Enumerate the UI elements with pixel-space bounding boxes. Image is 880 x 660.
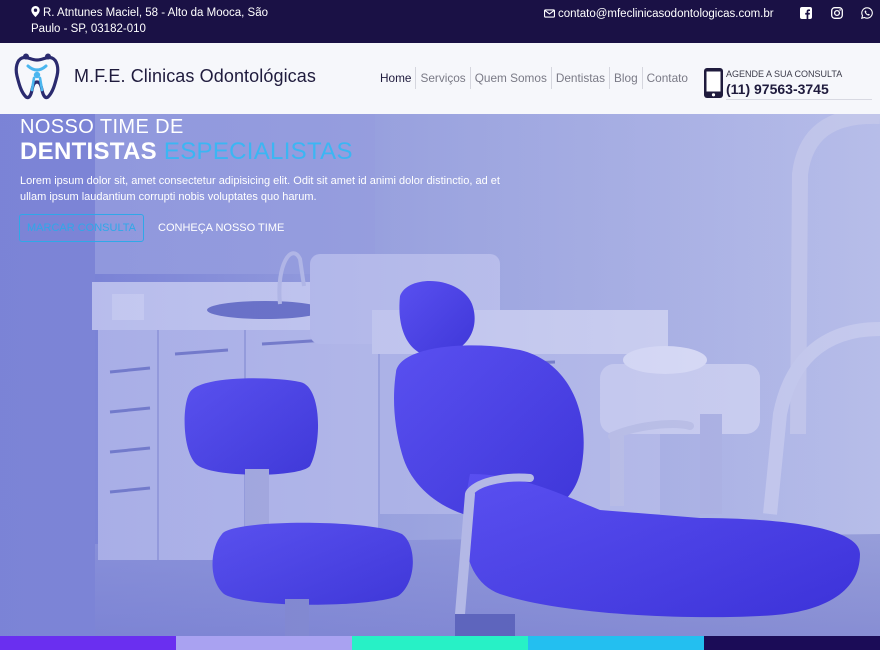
hero-title-word2: ESPECIALISTAS xyxy=(163,138,353,165)
hero-description: Lorem ipsum dolor sit, amet consectetur … xyxy=(20,175,500,203)
email-contact[interactable]: contato@mfeclinicasodontologicas.com.br xyxy=(544,6,774,22)
hero-title-line1: NOSSO TIME DE xyxy=(20,116,184,138)
schedule-phone[interactable]: (11) 97563-3745 xyxy=(726,81,829,97)
page-bottom xyxy=(0,650,880,660)
nav-quem-somos[interactable]: Quem Somos xyxy=(471,67,551,89)
email-text: contato@mfeclinicasodontologicas.com.br xyxy=(558,8,774,20)
main-header: M.F.E. Clinicas Odontológicas Home Servi… xyxy=(0,43,880,114)
nav-blog[interactable]: Blog xyxy=(610,67,642,89)
instagram-icon[interactable] xyxy=(831,7,843,19)
schedule-label: AGENDE A SUA CONSULTA xyxy=(726,69,843,79)
smartphone-icon xyxy=(704,68,723,98)
address-info: R. Atntunes Maciel, 58 - Alto da Mooca, … xyxy=(31,5,281,37)
book-appointment-button[interactable]: MARCAR CONSULTA xyxy=(19,214,144,242)
map-pin-icon xyxy=(31,6,40,17)
whatsapp-icon[interactable] xyxy=(861,7,873,19)
stripe-segment xyxy=(352,636,528,650)
envelope-icon xyxy=(544,9,555,18)
stripe-segment xyxy=(0,636,176,650)
nav-home[interactable]: Home xyxy=(376,67,415,89)
stripe-segment xyxy=(176,636,352,650)
nav-contato[interactable]: Contato xyxy=(643,67,692,89)
tooth-logo-icon[interactable] xyxy=(14,52,60,100)
color-stripe xyxy=(0,636,880,650)
stripe-segment xyxy=(528,636,704,650)
meet-team-button[interactable]: CONHEÇA NOSSO TIME xyxy=(158,214,284,242)
stripe-segment xyxy=(704,636,880,650)
hero-title-line2: DENTISTAS ESPECIALISTAS xyxy=(20,138,353,166)
nav-servicos[interactable]: Serviços xyxy=(416,67,469,89)
address-text: R. Atntunes Maciel, 58 - Alto da Mooca, … xyxy=(31,7,269,35)
nav-dentistas[interactable]: Dentistas xyxy=(552,67,609,89)
facebook-icon[interactable] xyxy=(800,7,812,19)
schedule-divider xyxy=(726,99,872,100)
brand-name[interactable]: M.F.E. Clinicas Odontológicas xyxy=(74,66,316,87)
hero-banner: NOSSO TIME DE DENTISTAS ESPECIALISTAS Lo… xyxy=(0,114,880,636)
top-bar: R. Atntunes Maciel, 58 - Alto da Mooca, … xyxy=(0,0,880,43)
main-nav: Home Serviços Quem Somos Dentistas Blog … xyxy=(376,67,692,89)
hero-title-word1: DENTISTAS xyxy=(20,138,157,165)
